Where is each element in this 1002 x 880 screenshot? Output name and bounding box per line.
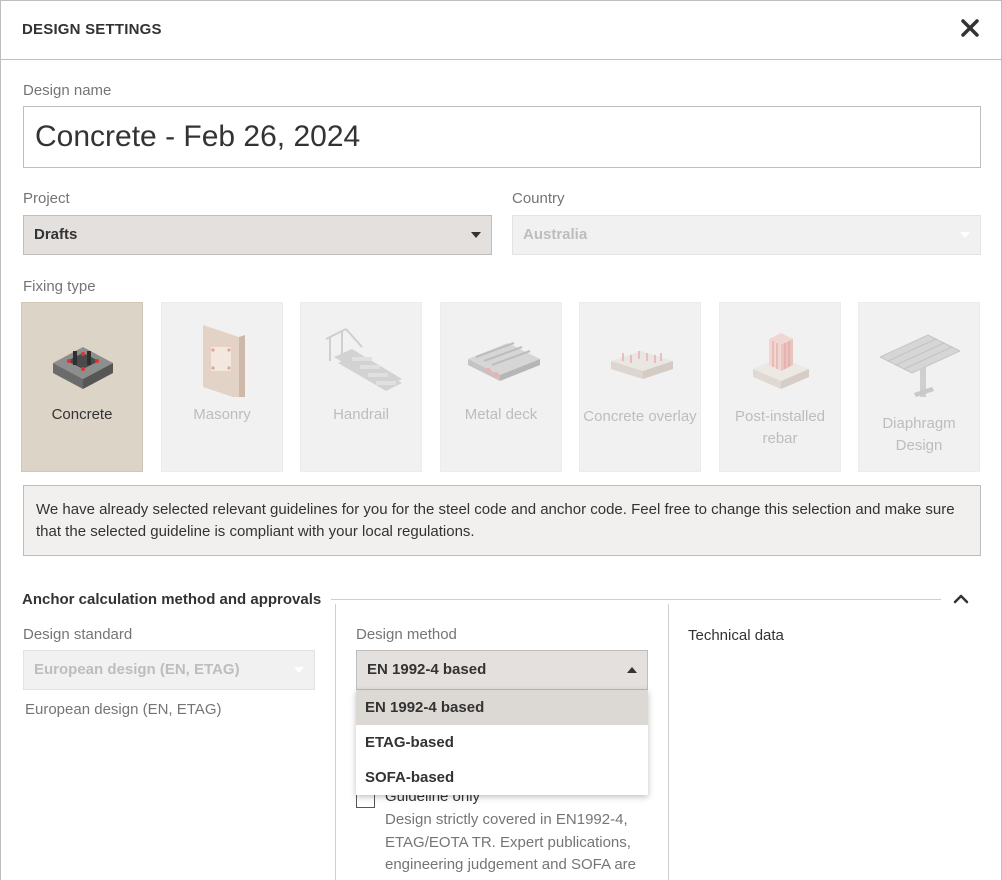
section-divider	[331, 599, 941, 600]
diaphragm-deck-icon	[878, 317, 962, 399]
project-select[interactable]: Drafts	[23, 215, 492, 255]
concrete-base-icon	[43, 317, 123, 397]
fixing-tile-concrete[interactable]: Concrete	[21, 302, 143, 472]
design-method-value: EN 1992-4 based	[367, 661, 487, 678]
tile-label: Diaphragm Design	[882, 415, 956, 454]
country-label: Country	[512, 190, 565, 207]
tile-label: Metal deck	[464, 406, 538, 423]
fixing-tile-concrete-overlay[interactable]: Concrete overlay	[579, 302, 701, 472]
tile-label: Concrete	[51, 406, 113, 423]
dialog-title: DESIGN SETTINGS	[22, 21, 162, 38]
handrail-stairs-icon	[322, 317, 402, 397]
country-select[interactable]: Australia	[512, 215, 981, 255]
dropdown-option-sofa[interactable]: SOFA-based	[356, 760, 648, 795]
design-settings-dialog: DESIGN SETTINGS Design name Concrete - F…	[0, 0, 1002, 880]
design-name-input[interactable]: Concrete - Feb 26, 2024	[23, 106, 981, 168]
project-value: Drafts	[34, 226, 78, 243]
fixing-tile-post-installed-rebar[interactable]: Post-installed rebar	[719, 302, 841, 472]
fixing-tile-metal-deck[interactable]: Metal deck	[440, 302, 562, 472]
fixing-type-label: Fixing type	[23, 278, 96, 295]
design-standard-label: Design standard	[23, 626, 133, 643]
tile-label: Masonry	[193, 406, 251, 423]
project-label: Project	[23, 190, 70, 207]
tile-label: Handrail	[333, 406, 389, 423]
dropdown-option-en-1992-4[interactable]: EN 1992-4 based	[356, 690, 648, 725]
column-divider	[668, 604, 669, 880]
chevron-up-icon[interactable]	[951, 591, 971, 607]
fixing-tile-diaphragm-design[interactable]: Diaphragm Design	[858, 302, 980, 472]
concrete-overlay-icon	[601, 317, 681, 397]
chevron-down-icon	[294, 667, 304, 673]
masonry-wall-icon	[183, 317, 263, 399]
column-divider	[335, 604, 336, 880]
guidelines-info-box: We have already selected relevant guidel…	[23, 485, 981, 556]
technical-data-label: Technical data	[688, 627, 784, 644]
fixing-tile-masonry[interactable]: Masonry	[161, 302, 283, 472]
chevron-up-icon	[627, 667, 637, 673]
metal-deck-icon	[462, 317, 542, 397]
design-standard-description: European design (EN, ETAG)	[25, 701, 222, 718]
tile-label: Concrete overlay	[583, 408, 697, 425]
design-name-label: Design name	[23, 82, 112, 99]
chevron-down-icon	[471, 232, 481, 238]
fixing-tile-handrail[interactable]: Handrail	[300, 302, 422, 472]
post-installed-rebar-icon	[741, 317, 821, 397]
chevron-down-icon	[960, 232, 970, 238]
design-standard-select[interactable]: European design (EN, ETAG)	[23, 650, 315, 690]
dropdown-option-etag[interactable]: ETAG-based	[356, 725, 648, 760]
tile-label: Post-installed rebar	[734, 408, 826, 447]
design-method-label: Design method	[356, 626, 457, 643]
anchor-section-title: Anchor calculation method and approvals	[22, 591, 322, 608]
dialog-header: DESIGN SETTINGS	[1, 1, 1001, 60]
country-value: Australia	[523, 226, 588, 243]
design-method-select[interactable]: EN 1992-4 based	[356, 650, 648, 690]
guideline-only-description: Design strictly covered in EN1992-4, ETA…	[385, 811, 637, 873]
design-standard-value: European design (EN, ETAG)	[34, 661, 240, 678]
design-method-dropdown: EN 1992-4 based ETAG-based SOFA-based	[356, 690, 648, 795]
close-icon[interactable]	[959, 17, 981, 39]
